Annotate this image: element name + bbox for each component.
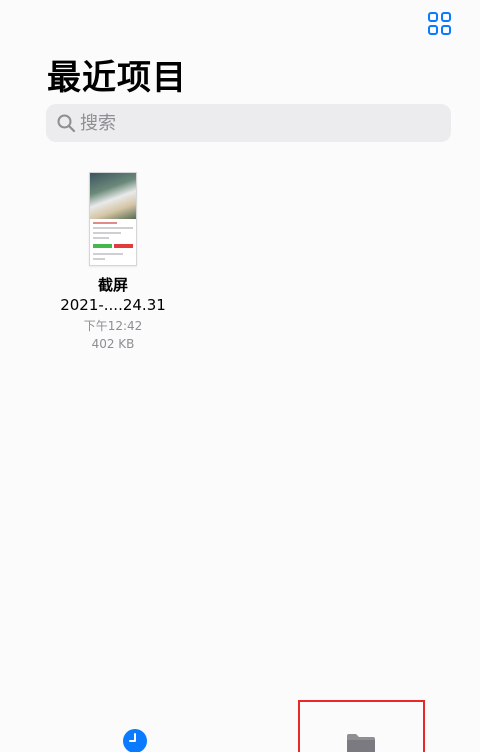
- clock-icon: [123, 729, 147, 752]
- file-time: 下午12:42: [83, 319, 143, 333]
- search-bar[interactable]: [46, 104, 451, 142]
- thumbnail-text: [90, 219, 136, 242]
- grid-cell: [441, 12, 451, 22]
- tab-browse[interactable]: [298, 700, 425, 752]
- tab-bar: [0, 700, 480, 752]
- file-size: 402 KB: [91, 337, 135, 351]
- folder-icon: [347, 734, 375, 752]
- search-input[interactable]: [80, 112, 420, 134]
- file-name-date: 2021-....24.31: [60, 296, 166, 314]
- grid-view-icon[interactable]: [428, 12, 452, 36]
- grid-cell: [441, 25, 451, 35]
- file-name: 截屏: [97, 276, 128, 294]
- page-title: 最近项目: [47, 58, 187, 98]
- file-thumbnail[interactable]: [89, 172, 137, 266]
- tab-recents[interactable]: [120, 728, 150, 752]
- thumbnail-footer: [90, 250, 136, 263]
- grid-cell: [428, 25, 438, 35]
- search-icon: [57, 114, 76, 133]
- thumbnail-buttons: [90, 242, 136, 250]
- grid-cell: [428, 12, 438, 22]
- thumbnail-photo: [90, 173, 136, 219]
- file-item[interactable]: 截屏 2021-....24.31 下午12:42 402 KB: [55, 172, 171, 353]
